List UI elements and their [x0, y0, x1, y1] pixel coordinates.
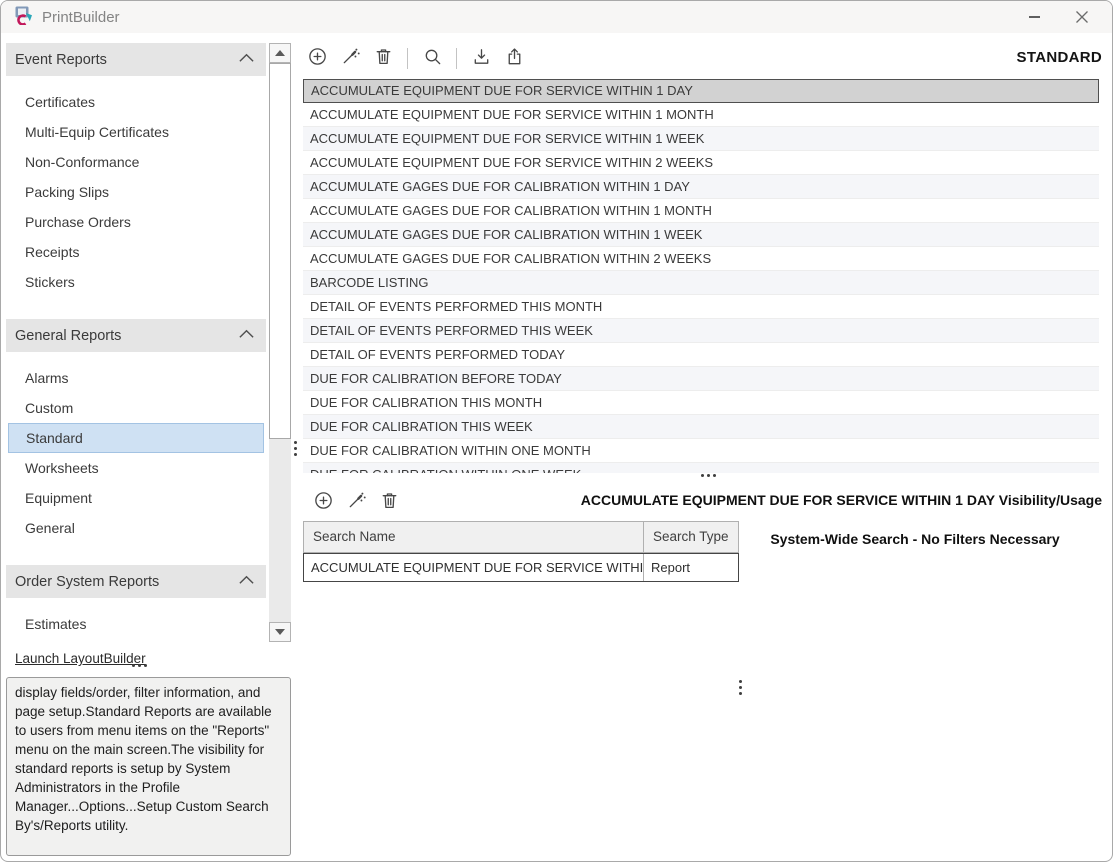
sidebar: Event Reports CertificatesMulti-Equip Cer…: [6, 43, 266, 639]
trash-icon: [379, 490, 400, 514]
section-header-general-reports[interactable]: General Reports: [6, 319, 266, 352]
arrow-up-icon: [275, 50, 285, 56]
search-icon: [422, 46, 443, 70]
minimize-button[interactable]: [1010, 1, 1058, 33]
search-name-cell: ACCUMULATE EQUIPMENT DUE FOR SERVICE WIT…: [304, 554, 644, 581]
report-row[interactable]: DUE FOR CALIBRATION WITHIN ONE MONTH: [303, 439, 1099, 463]
report-row[interactable]: DUE FOR CALIBRATION THIS WEEK: [303, 415, 1099, 439]
add-circle-icon: [307, 46, 328, 70]
edit-button[interactable]: [339, 46, 361, 70]
import-button[interactable]: [470, 46, 492, 70]
scroll-up-button[interactable]: [269, 43, 291, 63]
minimize-icon: [1029, 16, 1040, 17]
detail-toolbar: [312, 490, 400, 514]
arrow-down-icon: [275, 629, 285, 635]
report-row[interactable]: ACCUMULATE GAGES DUE FOR CALIBRATION WIT…: [303, 199, 1099, 223]
sidebar-item-estimates[interactable]: Estimates: [6, 609, 266, 639]
sidebar-item-equipment[interactable]: Equipment: [6, 483, 266, 513]
app-icon: [13, 5, 33, 30]
chevron-up-icon: [238, 574, 255, 590]
report-row[interactable]: DUE FOR CALIBRATION THIS MONTH: [303, 391, 1099, 415]
window-controls: [1010, 1, 1106, 33]
report-row[interactable]: DETAIL OF EVENTS PERFORMED THIS WEEK: [303, 319, 1099, 343]
sidebar-item-alarms[interactable]: Alarms: [6, 363, 266, 393]
chevron-up-icon: [238, 52, 255, 68]
search-table-row[interactable]: ACCUMULATE EQUIPMENT DUE FOR SERVICE WIT…: [303, 553, 739, 582]
title-bar: PrintBuilder: [1, 1, 1112, 33]
scrollbar-thumb[interactable]: [269, 63, 291, 439]
sidebar-item-purchase-orders[interactable]: Purchase Orders: [6, 207, 266, 237]
report-description-box[interactable]: display fields/order, filter information…: [6, 677, 291, 856]
add-circle-icon: [313, 490, 334, 514]
search-table-header: Search NameSearch Type: [303, 521, 739, 553]
report-row[interactable]: BARCODE LISTING: [303, 271, 1099, 295]
report-list: ACCUMULATE EQUIPMENT DUE FOR SERVICE WIT…: [303, 79, 1099, 473]
report-row[interactable]: DUE FOR CALIBRATION WITHIN ONE WEEK: [303, 463, 1099, 473]
trash-icon: [373, 46, 394, 70]
export-icon: [504, 46, 525, 70]
report-row[interactable]: ACCUMULATE EQUIPMENT DUE FOR SERVICE WIT…: [303, 79, 1099, 103]
sidebar-item-certificates[interactable]: Certificates: [6, 87, 266, 117]
section-items-general-reports: AlarmsCustomStandardWorksheetsEquipmentG…: [6, 352, 266, 543]
report-row[interactable]: DUE FOR CALIBRATION BEFORE TODAY: [303, 367, 1099, 391]
search-table: Search NameSearch TypeACCUMULATE EQUIPME…: [303, 521, 739, 582]
import-icon: [471, 46, 492, 70]
report-row[interactable]: DETAIL OF EVENTS PERFORMED THIS MONTH: [303, 295, 1099, 319]
add-button[interactable]: [312, 490, 334, 514]
section-header-label: Order System Reports: [15, 574, 159, 590]
app-title: PrintBuilder: [42, 9, 120, 26]
vertical-splitter-gripper[interactable]: [294, 441, 297, 456]
sidebar-scrollbar: [269, 43, 291, 642]
system-wide-search-note: System-Wide Search - No Filters Necessar…: [745, 531, 1085, 547]
magic-wand-icon: [340, 46, 361, 70]
section-header-order-system-reports[interactable]: Order System Reports: [6, 565, 266, 598]
report-row[interactable]: ACCUMULATE EQUIPMENT DUE FOR SERVICE WIT…: [303, 103, 1099, 127]
search-button[interactable]: [421, 46, 443, 70]
report-row[interactable]: ACCUMULATE GAGES DUE FOR CALIBRATION WIT…: [303, 175, 1099, 199]
report-row[interactable]: ACCUMULATE GAGES DUE FOR CALIBRATION WIT…: [303, 223, 1099, 247]
delete-button[interactable]: [378, 490, 400, 514]
search-type-cell: Report: [644, 554, 738, 581]
sidebar-splitter-gripper[interactable]: [132, 664, 147, 667]
section-items-order-system-reports: Estimates: [6, 598, 266, 639]
sidebar-item-packing-slips[interactable]: Packing Slips: [6, 177, 266, 207]
sidebar-item-custom[interactable]: Custom: [6, 393, 266, 423]
sidebar-item-multi-equip-certificates[interactable]: Multi-Equip Certificates: [6, 117, 266, 147]
column-header-search-type[interactable]: Search Type: [644, 522, 738, 552]
sidebar-item-general[interactable]: General: [6, 513, 266, 543]
horizontal-splitter-gripper[interactable]: [701, 474, 716, 477]
main-toolbar: [306, 46, 525, 70]
magic-wand-icon: [346, 490, 367, 514]
section-header-label: General Reports: [15, 328, 121, 344]
toolbar-separator: [456, 48, 457, 69]
report-row[interactable]: ACCUMULATE GAGES DUE FOR CALIBRATION WIT…: [303, 247, 1099, 271]
sidebar-item-worksheets[interactable]: Worksheets: [6, 453, 266, 483]
sidebar-item-non-conformance[interactable]: Non-Conformance: [6, 147, 266, 177]
sidebar-item-stickers[interactable]: Stickers: [6, 267, 266, 297]
delete-button[interactable]: [372, 46, 394, 70]
printbuilder-window: PrintBuilder Event Reports CertificatesMu…: [0, 0, 1113, 862]
report-row[interactable]: ACCUMULATE EQUIPMENT DUE FOR SERVICE WIT…: [303, 127, 1099, 151]
detail-splitter-gripper[interactable]: [739, 680, 742, 695]
report-row[interactable]: ACCUMULATE EQUIPMENT DUE FOR SERVICE WIT…: [303, 151, 1099, 175]
edit-button[interactable]: [345, 490, 367, 514]
add-button[interactable]: [306, 46, 328, 70]
chevron-up-icon: [238, 328, 255, 344]
close-icon: [1075, 10, 1089, 24]
column-header-search-name[interactable]: Search Name: [304, 522, 644, 552]
close-button[interactable]: [1058, 1, 1106, 33]
sidebar-item-standard[interactable]: Standard: [8, 423, 264, 453]
sidebar-item-receipts[interactable]: Receipts: [6, 237, 266, 267]
report-row[interactable]: DETAIL OF EVENTS PERFORMED TODAY: [303, 343, 1099, 367]
section-header-label: Event Reports: [15, 52, 107, 68]
detail-panel-title: ACCUMULATE EQUIPMENT DUE FOR SERVICE WIT…: [581, 492, 1102, 508]
export-button[interactable]: [503, 46, 525, 70]
section-header-event-reports[interactable]: Event Reports: [6, 43, 266, 76]
toolbar-separator: [407, 48, 408, 69]
launch-layoutbuilder-link[interactable]: Launch LayoutBuilder: [15, 651, 146, 666]
view-label: STANDARD: [1017, 49, 1102, 66]
scroll-down-button[interactable]: [269, 622, 291, 642]
section-items-event-reports: CertificatesMulti-Equip CertificatesNon-…: [6, 76, 266, 297]
